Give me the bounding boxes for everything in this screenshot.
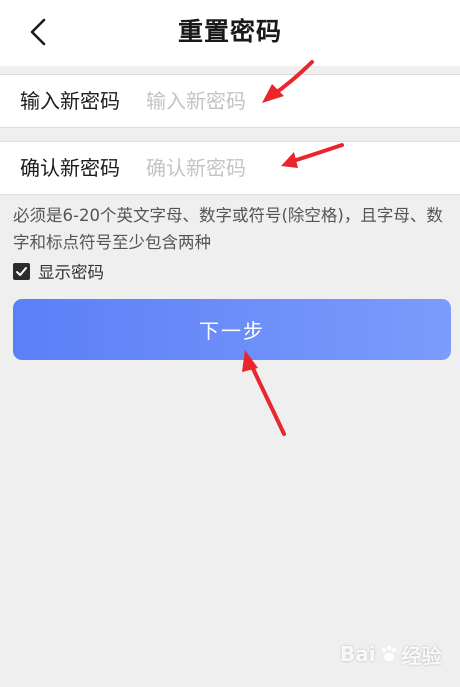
checkmark-icon — [16, 266, 27, 276]
header-bar: 重置密码 — [0, 0, 460, 66]
show-password-toggle[interactable]: 显示密码 — [13, 259, 104, 283]
show-password-label: 显示密码 — [38, 263, 104, 282]
annotation-arrow-icon — [242, 350, 286, 436]
watermark-brand-right: 经验 — [401, 643, 442, 668]
confirm-password-row: 确认新密码 — [0, 141, 460, 195]
password-rules-text: 必须是6-20个英文字母、数字或符号(除空格)，且字母、数字和标点符号至少包含两… — [13, 206, 443, 252]
next-step-button[interactable]: 下一步 — [13, 299, 451, 360]
baidu-watermark-logo: Bai 经验 — [340, 638, 450, 670]
page-title: 重置密码 — [177, 17, 282, 46]
new-password-row: 输入新密码 — [0, 74, 460, 128]
new-password-input[interactable] — [146, 83, 436, 119]
show-password-checkbox[interactable] — [13, 262, 30, 280]
watermark-brand-left: Bai — [340, 642, 376, 666]
paw-icon — [381, 645, 396, 662]
confirm-password-input[interactable] — [146, 150, 436, 186]
confirm-password-label: 确认新密码 — [20, 156, 120, 180]
new-password-label: 输入新密码 — [20, 89, 120, 113]
